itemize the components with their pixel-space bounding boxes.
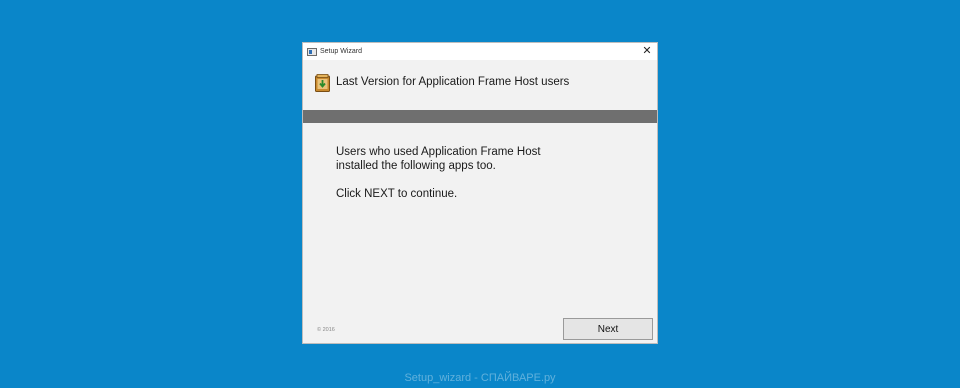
installer-package-icon [315, 74, 330, 92]
header-divider-bar [303, 110, 657, 123]
window-title: Setup Wizard [320, 48, 363, 55]
continue-instruction: Click NEXT to continue. [336, 188, 458, 200]
header-title: Last Version for Application Frame Host … [336, 76, 570, 88]
copyright-text: © 2016 [317, 327, 335, 333]
window-app-icon [307, 47, 317, 56]
watermark-caption: Setup_wizard - СПАЙВАРЕ.ру [404, 372, 556, 384]
close-button[interactable]: ✕ [640, 44, 654, 58]
setup-wizard-window: Setup Wizard ✕ Last Version for Applicat… [302, 42, 658, 344]
next-button[interactable]: Next [563, 318, 653, 340]
message-line-1: Users who used Application Frame Host [336, 146, 541, 158]
wizard-header: Last Version for Application Frame Host … [303, 60, 657, 110]
message-line-2: installed the following apps too. [336, 160, 496, 172]
title-bar[interactable]: Setup Wizard ✕ [303, 43, 657, 60]
wizard-body: Users who used Application Frame Host in… [303, 123, 657, 343]
